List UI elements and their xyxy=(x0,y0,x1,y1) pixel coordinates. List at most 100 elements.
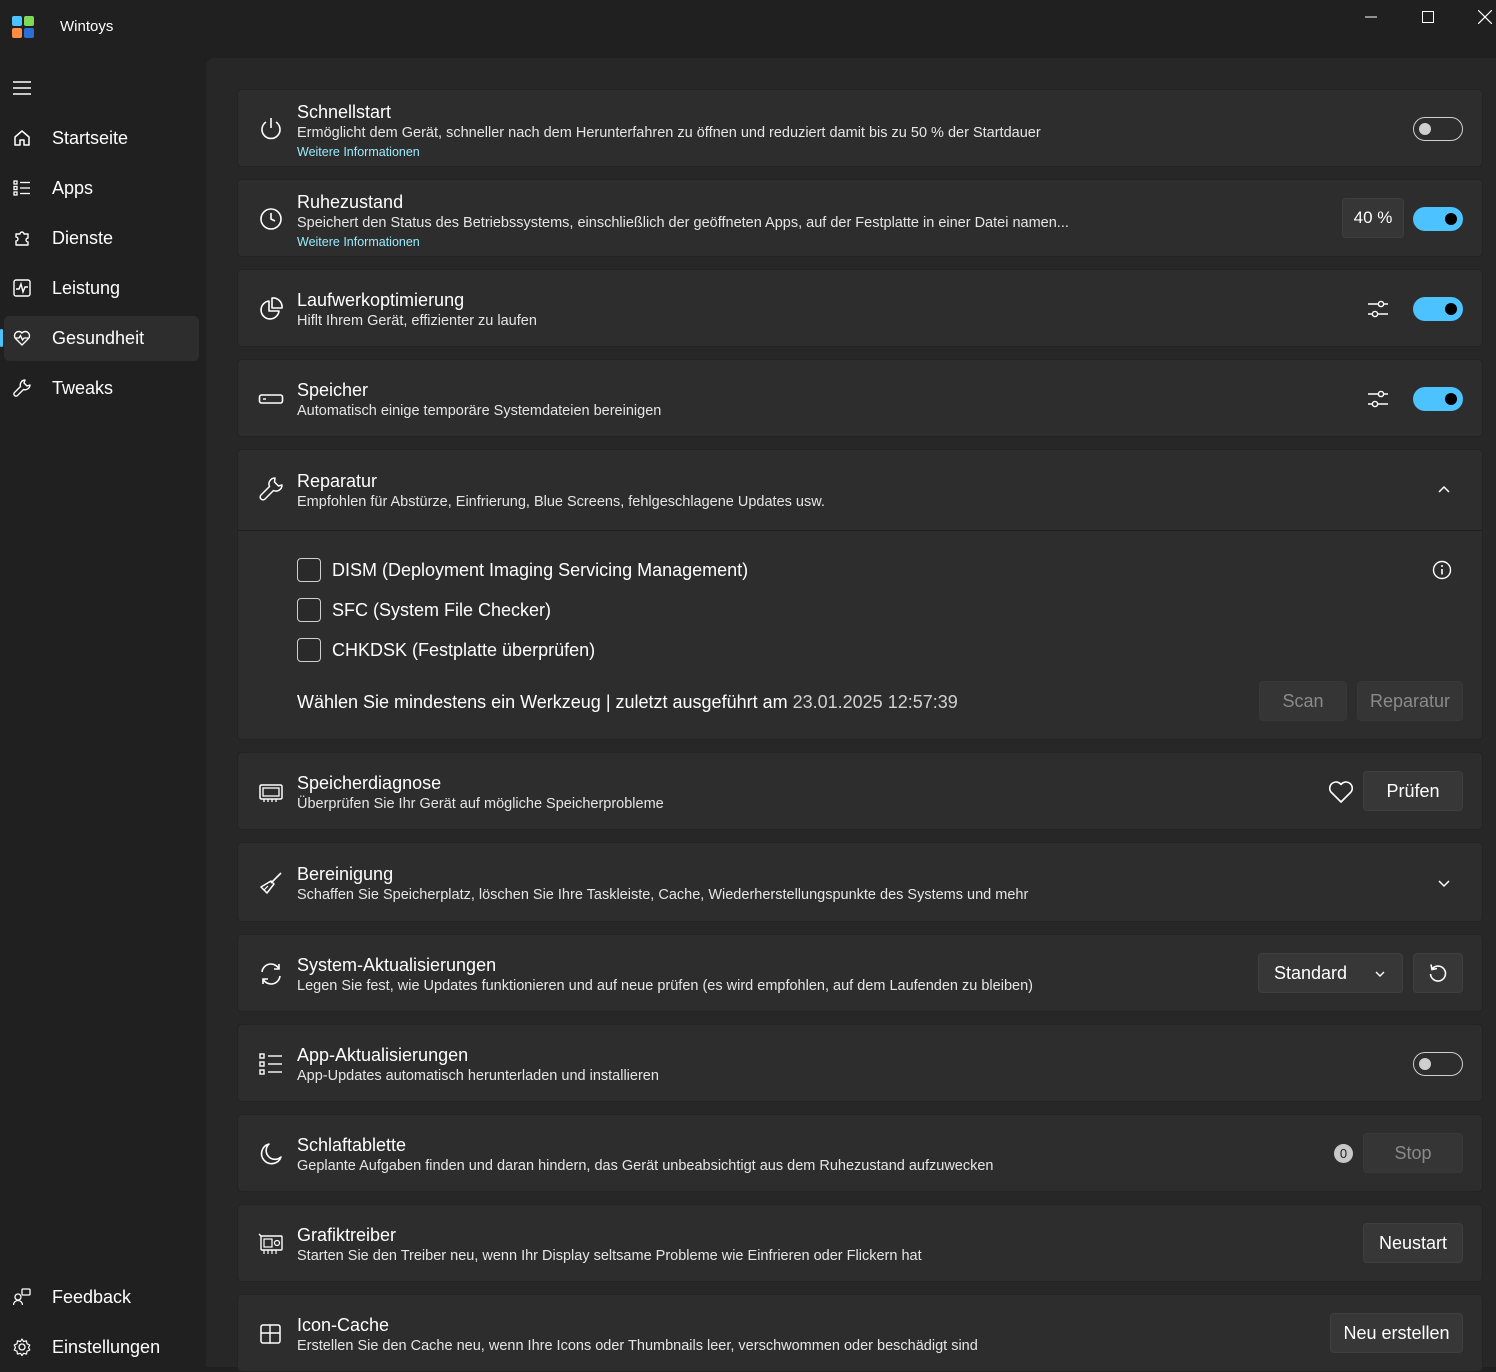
laufwerk-toggle[interactable] xyxy=(1413,297,1463,321)
chkdsk-checkbox[interactable] xyxy=(297,638,321,662)
sync-icon xyxy=(261,963,281,985)
toggle-knob xyxy=(1445,213,1457,225)
repair-status-text: Wählen Sie mindestens ein Werkzeug | zul… xyxy=(297,692,958,713)
card-description: Schaffen Sie Speicherplatz, löschen Sie … xyxy=(297,887,1029,903)
sidebar-item-startseite[interactable]: Startseite xyxy=(4,116,199,161)
sfc-checkbox[interactable] xyxy=(297,598,321,622)
maximize-button[interactable] xyxy=(1400,0,1456,34)
update-mode-select[interactable]: Standard xyxy=(1258,953,1403,993)
sidebar-item-feedback[interactable]: Feedback xyxy=(4,1275,199,1320)
dism-checkbox[interactable] xyxy=(297,558,321,582)
puzzle-icon xyxy=(15,231,29,246)
card-icon-cache: Icon-Cache Erstellen Sie den Cache neu, … xyxy=(237,1294,1483,1372)
sidebar-item-label: Dienste xyxy=(52,228,114,248)
hibernate-size-field[interactable]: 40 % xyxy=(1342,198,1404,238)
card-title: Ruhezustand xyxy=(297,192,404,212)
sidebar-item-label: Leistung xyxy=(52,278,121,298)
neu-erstellen-button[interactable]: Neu erstellen xyxy=(1330,1313,1463,1353)
toggle-knob xyxy=(1419,1058,1431,1070)
memory-chip-icon xyxy=(259,784,283,802)
storage-drive-icon xyxy=(258,394,284,404)
count-badge: 0 xyxy=(1334,1144,1353,1163)
card-title: Bereinigung xyxy=(297,864,394,884)
sidebar-item-dienste[interactable]: Dienste xyxy=(4,216,199,261)
maximize-icon xyxy=(1422,11,1434,23)
wrench-icon xyxy=(13,379,31,397)
card-title: Reparatur xyxy=(297,471,378,491)
card-title: App-Aktualisierungen xyxy=(297,1045,469,1065)
refresh-icon xyxy=(1429,964,1447,982)
card-bereinigung: Bereinigung Schaffen Sie Speicherplatz, … xyxy=(237,842,1483,922)
apps-list-icon xyxy=(259,1053,282,1075)
heart-icon xyxy=(1328,781,1354,803)
ruhezustand-toggle[interactable] xyxy=(1413,207,1463,231)
card-title: Laufwerkoptimierung xyxy=(297,290,465,310)
card-title: Speicher xyxy=(297,380,369,400)
divider xyxy=(238,530,1482,531)
gear-icon xyxy=(13,1338,31,1357)
neustart-button[interactable]: Neustart xyxy=(1363,1223,1463,1263)
speicher-toggle[interactable] xyxy=(1413,387,1463,411)
heart-pulse-icon xyxy=(13,330,31,346)
clock-icon xyxy=(260,208,282,230)
card-schlaftablette: Schlaftablette Geplante Aufgaben finden … xyxy=(237,1114,1483,1192)
hamburger-menu-icon[interactable] xyxy=(10,76,34,100)
power-icon xyxy=(261,118,281,140)
card-description: Starten Sie den Treiber neu, wenn Ihr Di… xyxy=(297,1248,922,1264)
minimize-button[interactable] xyxy=(1343,0,1399,34)
card-title: Schlaftablette xyxy=(297,1135,407,1155)
repair-status-prefix: Wählen Sie mindestens ein Werkzeug | zul… xyxy=(297,692,788,712)
sidebar-item-label: Apps xyxy=(52,178,94,198)
wrench-icon xyxy=(259,477,283,501)
close-icon xyxy=(1478,10,1492,24)
chevron-up-icon[interactable] xyxy=(1436,482,1452,498)
pruefen-button[interactable]: Prüfen xyxy=(1363,771,1463,811)
moon-icon xyxy=(260,1143,282,1165)
scan-button[interactable]: Scan xyxy=(1259,681,1347,721)
sidebar-item-gesundheit[interactable]: Gesundheit xyxy=(0,316,199,361)
card-description: Empfohlen für Abstürze, Einfrierung, Blu… xyxy=(297,494,825,510)
sidebar-item-leistung[interactable]: Leistung xyxy=(4,266,199,311)
card-description: Hiflt Ihrem Gerät, effizienter zu laufen xyxy=(297,313,537,329)
app-updates-toggle[interactable] xyxy=(1413,1052,1463,1076)
last-run-date: 23.01.2025 12:57:39 xyxy=(792,692,958,712)
card-speicherdiagnose: Speicherdiagnose Überprüfen Sie Ihr Gerä… xyxy=(237,752,1483,830)
title-bar: Wintoys xyxy=(0,0,1496,56)
more-info-link[interactable]: Weitere Informationen xyxy=(297,235,420,249)
card-system-aktualisierungen: System-Aktualisierungen Legen Sie fest, … xyxy=(237,934,1483,1012)
schnellstart-toggle[interactable] xyxy=(1413,117,1463,141)
chevron-down-icon[interactable] xyxy=(1436,875,1452,891)
card-ruhezustand: Ruhezustand Speichert den Status des Bet… xyxy=(237,179,1483,257)
sidebar-item-tweaks[interactable]: Tweaks xyxy=(4,366,199,411)
settings-sliders-icon[interactable] xyxy=(1364,295,1392,323)
card-title: Schnellstart xyxy=(297,102,392,122)
sidebar-item-label: Gesundheit xyxy=(52,328,145,348)
update-mode-value: Standard xyxy=(1274,962,1348,983)
settings-sliders-icon[interactable] xyxy=(1364,385,1392,413)
apps-list-icon xyxy=(13,180,30,196)
card-grafiktreiber: Grafiktreiber Starten Sie den Treiber ne… xyxy=(237,1204,1483,1282)
card-description: Automatisch einige temporäre Systemdatei… xyxy=(297,403,662,419)
performance-icon xyxy=(13,279,31,297)
card-description: App-Updates automatisch herunterladen un… xyxy=(297,1068,659,1084)
card-title: Grafiktreiber xyxy=(297,1225,397,1245)
close-button[interactable] xyxy=(1457,0,1496,34)
card-app-aktualisierungen: App-Aktualisierungen App-Updates automat… xyxy=(237,1024,1483,1102)
chevron-down-icon xyxy=(1375,971,1385,977)
sidebar-item-einstellungen[interactable]: Einstellungen xyxy=(4,1325,199,1370)
sidebar-item-label: Tweaks xyxy=(52,378,114,398)
toggle-knob xyxy=(1445,303,1457,315)
check-updates-button[interactable] xyxy=(1413,953,1463,993)
sidebar-item-label: Einstellungen xyxy=(52,1337,161,1357)
card-description: Überprüfen Sie Ihr Gerät auf mögliche Sp… xyxy=(297,796,664,812)
card-laufwerkoptimierung: Laufwerkoptimierung Hiflt Ihrem Gerät, e… xyxy=(237,269,1483,347)
repair-button[interactable]: Reparatur xyxy=(1357,681,1463,721)
layout-grid-icon xyxy=(260,1324,281,1344)
info-icon[interactable] xyxy=(1432,560,1452,580)
card-description: Speichert den Status des Betriebssystems… xyxy=(297,215,1069,231)
broom-icon xyxy=(260,872,282,894)
stop-button[interactable]: Stop xyxy=(1363,1133,1463,1173)
card-description: Erstellen Sie den Cache neu, wenn Ihre I… xyxy=(297,1338,978,1354)
sidebar-item-apps[interactable]: Apps xyxy=(4,166,199,211)
more-info-link[interactable]: Weitere Informationen xyxy=(297,145,420,159)
